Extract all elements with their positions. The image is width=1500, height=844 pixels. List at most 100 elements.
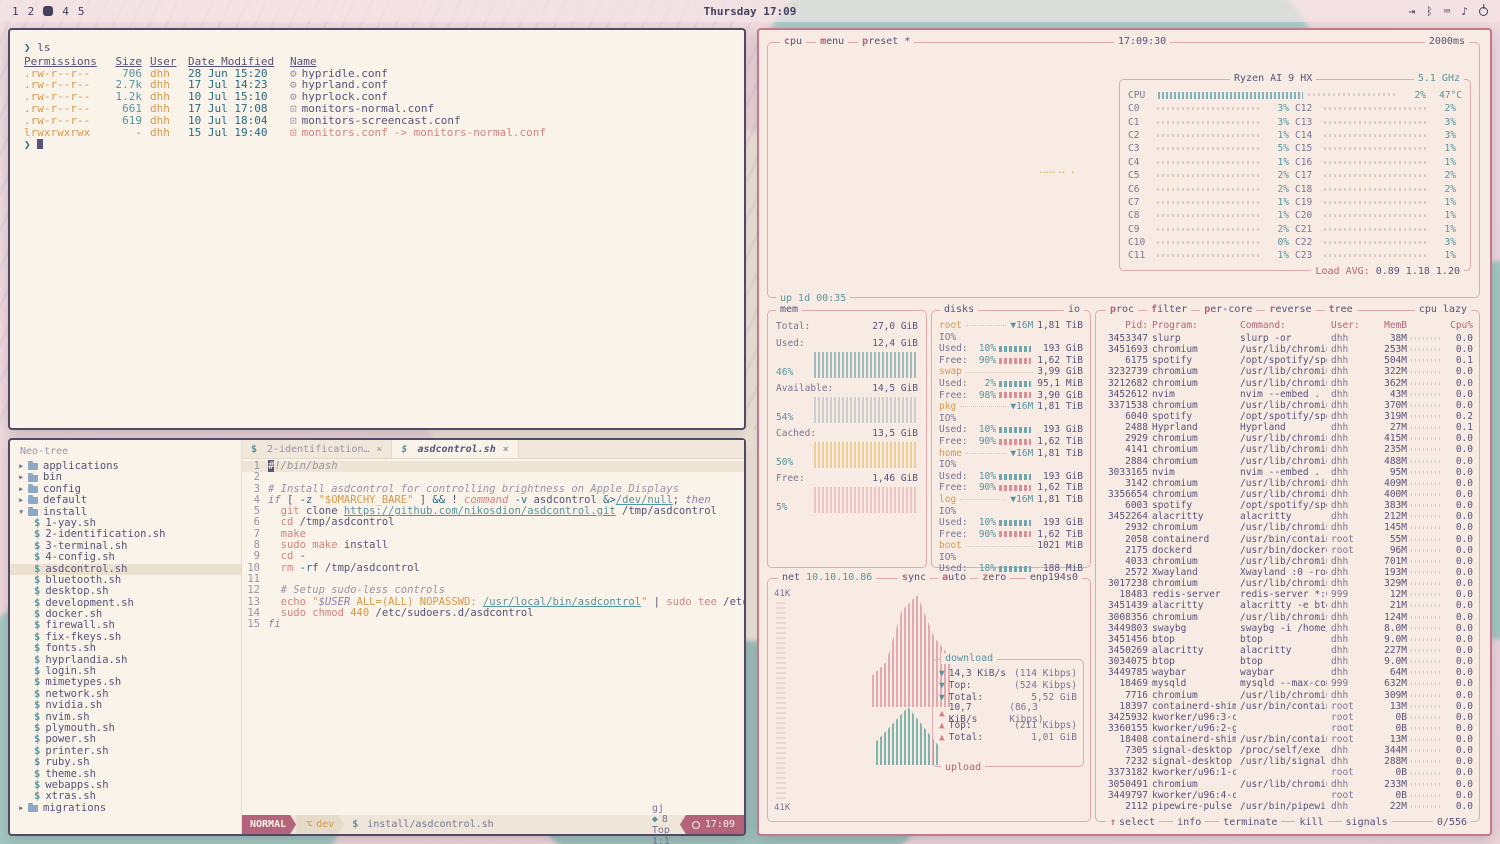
process-row[interactable]: 3453347slurpslurp -ordhh38M0.0 <box>1102 333 1473 344</box>
process-row[interactable]: 7305signal-desktop/proc/self/exe --tdhh3… <box>1102 745 1473 756</box>
process-row[interactable]: 2572XwaylandXwayland :0 -rootldhh193M0.0 <box>1102 567 1473 578</box>
process-row[interactable]: 3451456btopbtopdhh9.0M0.0 <box>1102 634 1473 645</box>
tree-file-nvidia.sh[interactable]: $nvidia.sh <box>10 700 241 711</box>
bluetooth-icon[interactable]: ᛒ <box>1426 5 1433 18</box>
process-row[interactable]: 18397containerd-shim/usr/bin/containerro… <box>1102 701 1473 712</box>
process-mem: 701M <box>1369 556 1407 567</box>
process-row[interactable]: 3142chromium/usr/lib/chromium/dhh409M0.0 <box>1102 478 1473 489</box>
core-label: C1 <box>1128 117 1152 128</box>
process-row[interactable]: 3050491chromium/usr/lib/chromium/dhh233M… <box>1102 779 1473 790</box>
net-toggle-sync[interactable]: sync <box>898 572 930 583</box>
process-row[interactable]: 18469mysqldmysqld --max-conne999632M0.0 <box>1102 678 1473 689</box>
process-row[interactable]: 3449803swaybgswaybg -i /home/dhdhh8.0M0.… <box>1102 623 1473 634</box>
git-branch[interactable]: ⌥dev <box>296 815 344 834</box>
command-line: ❯ ls <box>24 42 730 54</box>
process-row[interactable]: 2932chromium/usr/lib/chromium/dhh145M0.0 <box>1102 522 1473 533</box>
process-row[interactable]: 2175dockerd/usr/bin/dockerd -root96M0.0 <box>1102 545 1473 556</box>
tree-file-desktop.sh[interactable]: $desktop.sh <box>10 586 241 597</box>
process-row[interactable]: 3008356chromium/usr/lib/chromium/dhh124M… <box>1102 612 1473 623</box>
network-interface[interactable]: enp194s0 <box>1026 572 1082 583</box>
power-icon[interactable] <box>1479 7 1488 16</box>
tree-file-ruby.sh[interactable]: $ruby.sh <box>10 757 241 768</box>
io-mode-toggle[interactable]: io <box>1064 304 1084 315</box>
proc-tab-tree[interactable]: tree <box>1325 304 1357 315</box>
process-row[interactable]: 3425932kworker/u96:3-coroot0B0.0 <box>1102 712 1473 723</box>
process-row[interactable]: 18483redis-serverredis-server *:63799912… <box>1102 589 1473 600</box>
process-row[interactable]: 3232739chromium/usr/lib/chromium/dhh322M… <box>1102 366 1473 377</box>
process-row[interactable]: 3450269alacrittyalacrittydhh227M0.0 <box>1102 645 1473 656</box>
footer-button-select[interactable]: ↑select <box>1106 817 1159 828</box>
btop-tab-preset[interactable]: preset * <box>858 36 914 47</box>
prompt-line[interactable]: ❯ <box>24 139 730 151</box>
process-row[interactable]: 7716chromium/usr/lib/chromium/dhh309M0.0 <box>1102 690 1473 701</box>
process-row[interactable]: 2488HyprlandHyprlanddhh27M0.1 <box>1102 422 1473 433</box>
update-interval[interactable]: 2000ms <box>1425 36 1469 47</box>
proc-tab-percore[interactable]: per-core <box>1200 304 1256 315</box>
process-row[interactable]: 4033chromium/usr/lib/chromium/dhh701M0.0 <box>1102 556 1473 567</box>
process-row[interactable]: 7232signal-desktop/usr/lib/signal-dedhh2… <box>1102 756 1473 767</box>
footer-button-kill[interactable]: kill <box>1295 817 1327 828</box>
process-row[interactable]: 3356654chromium/usr/lib/chromium/dhh400M… <box>1102 489 1473 500</box>
process-column-header[interactable]: Command: <box>1240 320 1327 331</box>
process-row[interactable]: 2884chromium/usr/lib/chromium/dhh488M0.0 <box>1102 456 1473 467</box>
process-row[interactable]: 3360155kworker/u96:2-gfroot0B0.0 <box>1102 723 1473 734</box>
process-row[interactable]: 3033165nvimnvim --embed .dhh95M0.0 <box>1102 467 1473 478</box>
btop-tab-cpu[interactable]: cpu <box>780 36 806 47</box>
core-pct: 1% <box>1434 197 1456 208</box>
process-column-header[interactable]: Cpu% <box>1445 320 1473 331</box>
process-column-header[interactable]: Program: <box>1152 320 1236 331</box>
btop-tab-menu[interactable]: menu <box>816 36 848 47</box>
process-row[interactable]: 6175spotify/opt/spotify/spotidhh504M0.1 <box>1102 355 1473 366</box>
process-row[interactable]: 3373182kworker/u96:1-coroot0B0.0 <box>1102 767 1473 778</box>
footer-button-signals[interactable]: signals <box>1342 817 1392 828</box>
proc-tab-proc[interactable]: proc <box>1106 304 1138 315</box>
process-row[interactable]: 2058containerd/usr/bin/containerroot55M0… <box>1102 534 1473 545</box>
volume-icon[interactable]: ♪ <box>1461 5 1468 18</box>
close-icon[interactable]: × <box>376 444 382 455</box>
editor-window[interactable]: Neo-tree ▸applications▸bin▸config▸defaul… <box>8 438 746 836</box>
tab-2-identification…[interactable]: $2-identification…× <box>242 440 392 458</box>
process-row[interactable]: 3449797kworker/u96:4-coroot0B0.0 <box>1102 790 1473 801</box>
process-row[interactable]: 3451439alacrittyalacritty -e btopdhh21M0… <box>1102 600 1473 611</box>
tree-file-xtras.sh[interactable]: $xtras.sh <box>10 791 241 802</box>
process-row[interactable]: 18408containerd-shim/usr/bin/containerro… <box>1102 734 1473 745</box>
process-column-header[interactable]: Pid: <box>1102 320 1148 331</box>
process-column-header[interactable]: User: <box>1331 320 1365 331</box>
process-column-header[interactable]: MemB <box>1369 320 1407 331</box>
footer-button-terminate[interactable]: terminate <box>1219 817 1281 828</box>
tree-folder-default[interactable]: ▸default <box>10 495 241 506</box>
process-row[interactable]: 6040spotify/opt/spotify/spotidhh319M0.2 <box>1102 411 1473 422</box>
process-row[interactable]: 3034075btopbtopdhh9.0M0.0 <box>1102 656 1473 667</box>
tree-file-4-config.sh[interactable]: $4-config.sh <box>10 552 241 563</box>
core-C18: C182% <box>1295 184 1462 195</box>
process-row[interactable]: 3452264alacrittyalacrittydhh212M0.0 <box>1102 511 1473 522</box>
code-segment: https://github.com/nikosdion/asdcontrol.… <box>344 505 616 517</box>
proc-tab-filter[interactable]: filter <box>1147 304 1191 315</box>
process-row[interactable]: 3212682chromium/usr/lib/chromium/dhh362M… <box>1102 378 1473 389</box>
footer-button-info[interactable]: info <box>1173 817 1205 828</box>
net-toggle-zero[interactable]: zero <box>978 572 1010 583</box>
process-row[interactable]: 4141chromium/usr/lib/chromium/dhh235M0.0 <box>1102 444 1473 455</box>
tree-file-fonts.sh[interactable]: $fonts.sh <box>10 643 241 654</box>
process-row[interactable]: 3017238chromium/usr/lib/chromium/dhh329M… <box>1102 578 1473 589</box>
disk-name-row: pkg▼16M1,81 TiB <box>939 401 1083 413</box>
btop-window[interactable]: cpumenupreset * 17:09:30 2000ms ⢀⣀⣀⢀⡀⢀ u… <box>757 28 1492 836</box>
keyboard-icon[interactable]: ⌨ <box>1444 5 1451 18</box>
editor-buffer[interactable]: 1#!/bin/bash23# Install asdcontrol for c… <box>242 459 744 815</box>
process-row[interactable]: 3451693chromium/usr/lib/chromium/dhh253M… <box>1102 344 1473 355</box>
process-row[interactable]: 3452612nvimnvim --embed .dhh43M0.0 <box>1102 389 1473 400</box>
process-row[interactable]: 2112pipewire-pulse/usr/bin/pipewire-dhh2… <box>1102 801 1473 811</box>
terminal-window[interactable]: ❯ ls PermissionsSizeUserDate ModifiedNam… <box>8 28 746 430</box>
tab-asdcontrol.sh[interactable]: $asdcontrol.sh× <box>392 440 518 458</box>
process-row[interactable]: 2929chromium/usr/lib/chromium/dhh415M0.0 <box>1102 433 1473 444</box>
close-icon[interactable]: × <box>503 444 509 455</box>
logout-icon[interactable]: ⇥ <box>1409 5 1416 18</box>
proc-tab-reverse[interactable]: reverse <box>1265 304 1315 315</box>
net-toggle-auto[interactable]: auto <box>938 572 970 583</box>
process-row[interactable]: 6003spotify/opt/spotify/spotidhh383M0.0 <box>1102 500 1473 511</box>
tree-folder-migrations[interactable]: ▸migrations <box>10 803 241 814</box>
process-program: slurp <box>1152 333 1236 344</box>
sort-selector[interactable]: cpu lazy <box>1415 304 1471 315</box>
process-row[interactable]: 3371538chromium/usr/lib/chromium/dhh370M… <box>1102 400 1473 411</box>
process-row[interactable]: 3449785waybarwaybardhh64M0.0 <box>1102 667 1473 678</box>
